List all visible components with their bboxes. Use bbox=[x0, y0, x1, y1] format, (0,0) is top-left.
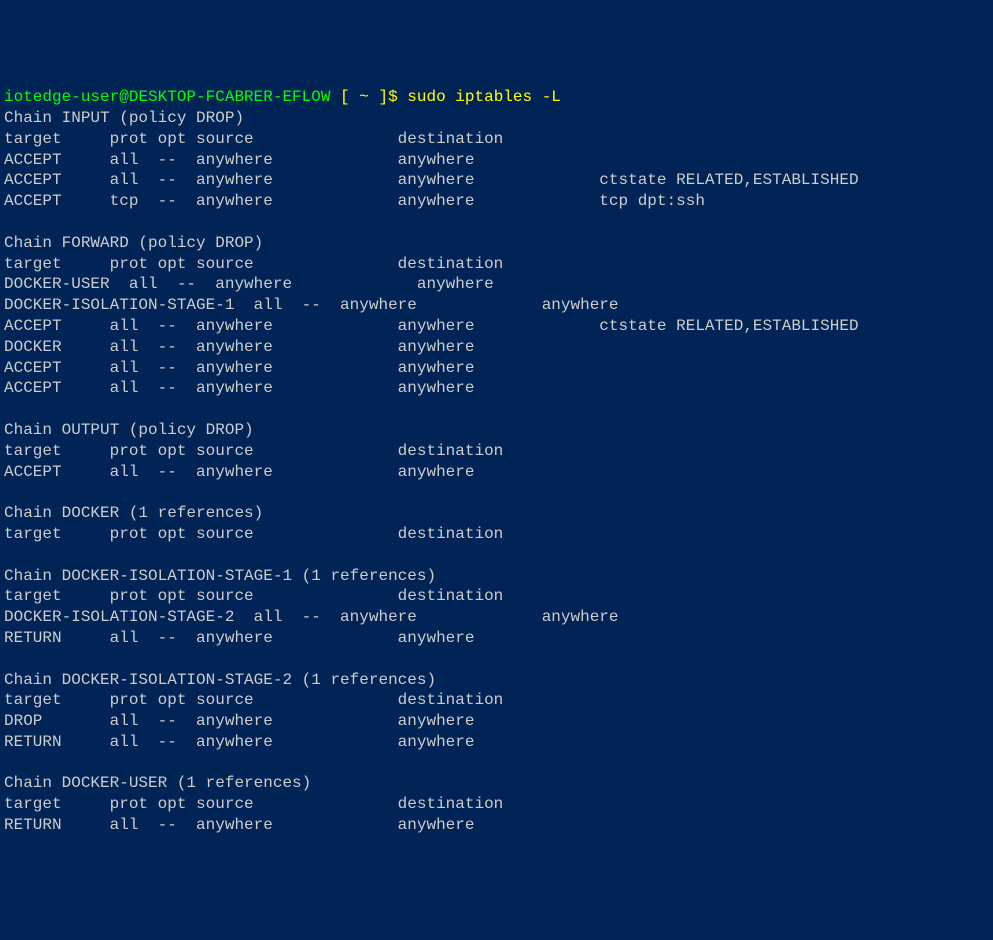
chain-columns: target prot opt source destination bbox=[4, 442, 503, 460]
chain-rule: ACCEPT all -- anywhere anywhere ctstate … bbox=[4, 171, 859, 189]
chain-header: Chain FORWARD (policy DROP) bbox=[4, 234, 263, 252]
chain-rule: RETURN all -- anywhere anywhere bbox=[4, 629, 474, 647]
prompt-close-bracket: ]$ bbox=[369, 88, 407, 106]
command-text: sudo iptables -L bbox=[407, 88, 561, 106]
chain-rule: ACCEPT all -- anywhere anywhere bbox=[4, 379, 474, 397]
chain-rule: DOCKER-USER all -- anywhere anywhere bbox=[4, 275, 494, 293]
chain-columns: target prot opt source destination bbox=[4, 525, 503, 543]
chain-rule: DOCKER all -- anywhere anywhere bbox=[4, 338, 474, 356]
chain-rule: ACCEPT all -- anywhere anywhere bbox=[4, 463, 474, 481]
chain-rule: DOCKER-ISOLATION-STAGE-2 all -- anywhere… bbox=[4, 608, 619, 626]
chain-rule: ACCEPT all -- anywhere anywhere bbox=[4, 151, 474, 169]
chain-header: Chain DOCKER-ISOLATION-STAGE-1 (1 refere… bbox=[4, 567, 436, 585]
chain-columns: target prot opt source destination bbox=[4, 587, 503, 605]
chain-rule: RETURN all -- anywhere anywhere bbox=[4, 733, 474, 751]
prompt-user-host: iotedge-user@DESKTOP-FCABRER-EFLOW bbox=[4, 88, 330, 106]
chain-rule: DOCKER-ISOLATION-STAGE-1 all -- anywhere… bbox=[4, 296, 619, 314]
chain-columns: target prot opt source destination bbox=[4, 795, 503, 813]
chain-rule: ACCEPT all -- anywhere anywhere bbox=[4, 359, 474, 377]
chain-header: Chain OUTPUT (policy DROP) bbox=[4, 421, 254, 439]
chain-header: Chain DOCKER-ISOLATION-STAGE-2 (1 refere… bbox=[4, 671, 436, 689]
prompt-open-bracket: [ bbox=[330, 88, 359, 106]
chain-header: Chain DOCKER-USER (1 references) bbox=[4, 774, 311, 792]
chain-rule: DROP all -- anywhere anywhere bbox=[4, 712, 474, 730]
chain-rule: ACCEPT tcp -- anywhere anywhere tcp dpt:… bbox=[4, 192, 705, 210]
chain-columns: target prot opt source destination bbox=[4, 691, 503, 709]
prompt-path: ~ bbox=[359, 88, 369, 106]
terminal-content[interactable]: iotedge-user@DESKTOP-FCABRER-EFLOW [ ~ ]… bbox=[4, 87, 989, 836]
chain-header: Chain DOCKER (1 references) bbox=[4, 504, 263, 522]
chain-rule: ACCEPT all -- anywhere anywhere ctstate … bbox=[4, 317, 859, 335]
chain-columns: target prot opt source destination bbox=[4, 130, 503, 148]
chain-rule: RETURN all -- anywhere anywhere bbox=[4, 816, 474, 834]
chain-columns: target prot opt source destination bbox=[4, 255, 503, 273]
chain-header: Chain INPUT (policy DROP) bbox=[4, 109, 244, 127]
